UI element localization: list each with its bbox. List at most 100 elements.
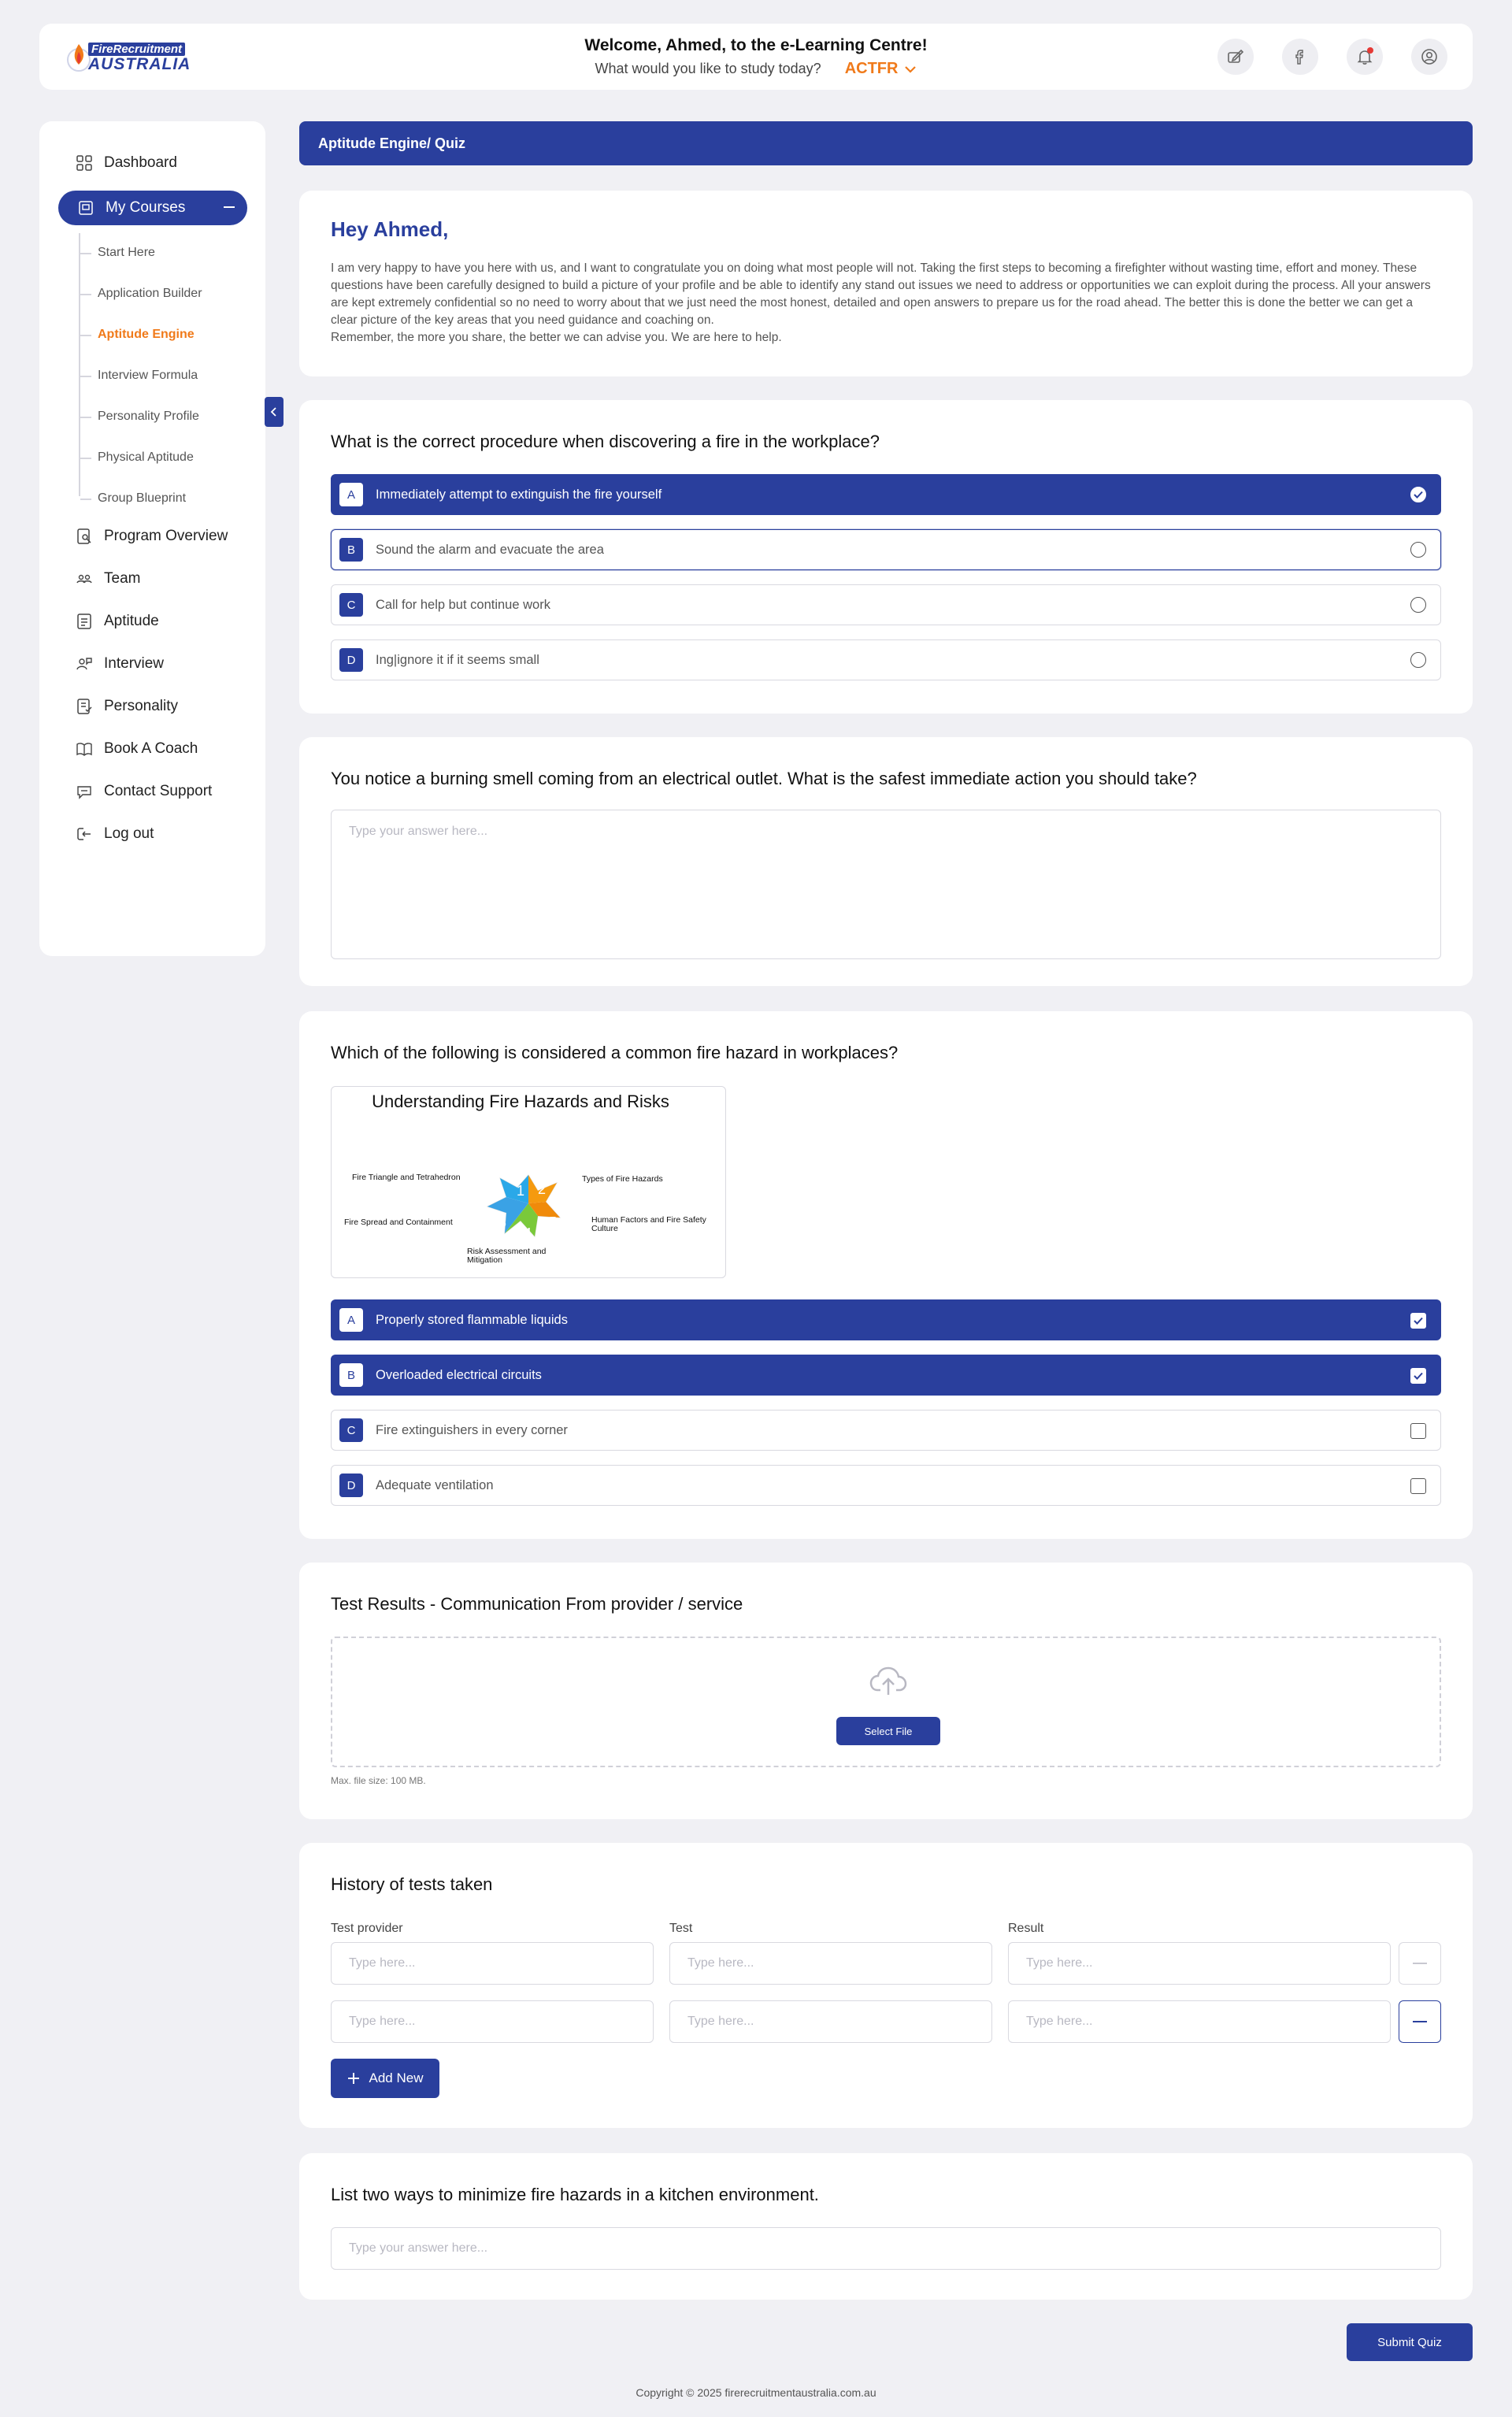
file-dropzone[interactable]: Select File [331, 1637, 1441, 1767]
user-icon [1421, 49, 1437, 65]
sidebar-item-dashboard[interactable]: Dashboard [76, 154, 177, 172]
write-button[interactable] [1217, 39, 1254, 75]
sidebar-item-label: Aptitude [104, 613, 159, 629]
answer-input[interactable]: Type your answer here... [331, 2227, 1441, 2270]
intro-paragraph: I am very happy to have you here with us… [331, 261, 1431, 327]
sidebar-item-team[interactable]: Team [76, 570, 140, 588]
checkbox-icon[interactable] [1410, 1423, 1426, 1439]
option-b[interactable]: B Sound the alarm and evacuate the area [331, 529, 1441, 570]
add-new-button[interactable]: Add New [331, 2059, 439, 2098]
radio-icon[interactable] [1410, 652, 1426, 668]
sidebar-item-interview[interactable]: Interview [76, 655, 164, 673]
sidebar-item-aptitude[interactable]: Aptitude [76, 613, 159, 630]
sidebar-item-book-a-coach[interactable]: Book A Coach [76, 740, 198, 758]
submenu-aptitude-engine[interactable]: Aptitude Engine [80, 328, 195, 342]
radio-icon[interactable] [1410, 597, 1426, 613]
facebook-icon [1295, 50, 1303, 65]
minus-icon [1413, 1963, 1427, 1964]
submenu-line [79, 233, 80, 496]
submit-quiz-button[interactable]: Submit Quiz [1347, 2323, 1473, 2361]
interview-icon [76, 658, 92, 670]
option-letter: B [339, 1363, 363, 1387]
column-header-test: Test [669, 1922, 693, 1935]
history-card: History of tests taken Test provider Tes… [299, 1843, 1473, 2128]
book-icon [76, 743, 92, 756]
radio-checked-icon[interactable] [1410, 487, 1426, 502]
submenu-personality-profile[interactable]: Personality Profile [80, 410, 199, 424]
question-title: List two ways to minimize fire hazards i… [331, 2185, 819, 2204]
write-icon [1228, 49, 1244, 63]
test-provider-input[interactable]: Type here... [331, 2000, 654, 2043]
option-c[interactable]: C Call for help but continue work [331, 584, 1441, 625]
list-icon [77, 614, 91, 629]
sidebar-item-contact-support[interactable]: Contact Support [76, 783, 212, 800]
option-text: Properly stored flammable liquids [376, 1312, 568, 1327]
upload-cloud-icon [869, 1666, 907, 1695]
select-file-button[interactable]: Select File [836, 1717, 940, 1745]
option-text: Sound the alarm and evacuate the area [376, 542, 604, 557]
question-title: What is the correct procedure when disco… [331, 432, 880, 451]
submenu-physical-aptitude[interactable]: Physical Aptitude [80, 450, 194, 465]
answer-textarea[interactable]: Type your answer here... [331, 810, 1441, 959]
checkbox-checked-icon[interactable] [1410, 1313, 1426, 1329]
option-d[interactable]: D Ing|ignore it if it seems small [331, 639, 1441, 680]
option-a[interactable]: A Immediately attempt to extinguish the … [331, 474, 1441, 515]
greeting: Hey Ahmed, [331, 217, 449, 241]
facebook-button[interactable] [1282, 39, 1318, 75]
logout-icon [77, 828, 91, 840]
submenu-interview-formula[interactable]: Interview Formula [80, 369, 198, 383]
option-a[interactable]: A Properly stored flammable liquids [331, 1299, 1441, 1340]
test-input[interactable]: Type here... [669, 1942, 992, 1985]
top-header: FireRecruitment AUSTRALIA Welcome, Ahmed… [39, 24, 1473, 90]
remove-row-button[interactable] [1399, 1942, 1441, 1985]
sidebar-item-label: Contact Support [104, 783, 213, 799]
sidebar-item-program-overview[interactable]: Program Overview [76, 528, 228, 545]
team-icon [76, 574, 92, 584]
checkbox-checked-icon[interactable] [1410, 1368, 1426, 1384]
svg-text:3: 3 [498, 1214, 506, 1230]
option-c[interactable]: C Fire extinguishers in every corner [331, 1410, 1441, 1451]
remove-row-button[interactable] [1399, 2000, 1441, 2043]
footer-copyright: Copyright © 2025 firerecruitmentaustrali… [636, 2386, 876, 2399]
option-letter: C [339, 1418, 363, 1442]
checkbox-icon[interactable] [1410, 1478, 1426, 1494]
option-letter: D [339, 648, 363, 672]
option-text: Immediately attempt to extinguish the fi… [376, 487, 662, 502]
result-input[interactable]: Type here... [1008, 1942, 1391, 1985]
courses-icon [79, 201, 93, 215]
radio-icon[interactable] [1410, 542, 1426, 558]
sidebar-collapse-button[interactable] [265, 397, 284, 427]
submenu-start-here[interactable]: Start Here [80, 246, 155, 260]
question-title: Which of the following is considered a c… [331, 1043, 899, 1062]
upload-title: Test Results - Communication From provid… [331, 1594, 743, 1614]
result-input[interactable]: Type here... [1008, 2000, 1391, 2043]
notifications-button[interactable] [1347, 39, 1383, 75]
sidebar-item-personality[interactable]: Personality [76, 698, 178, 715]
sidebar-item-my-courses[interactable]: My Courses [58, 191, 247, 225]
option-text: Adequate ventilation [376, 1477, 494, 1492]
question-card-5: List two ways to minimize fire hazards i… [299, 2153, 1473, 2300]
intro-paragraph-2: Remember, the more you share, the better… [331, 331, 782, 344]
question-title: You notice a burning smell coming from a… [331, 769, 1197, 788]
option-text: Ing|ignore it if it seems small [376, 652, 539, 667]
test-input[interactable]: Type here... [669, 2000, 992, 2043]
collapse-minus-icon[interactable] [224, 206, 235, 208]
sidebar-item-label: Program Overview [104, 528, 228, 544]
option-d[interactable]: D Adequate ventilation [331, 1465, 1441, 1506]
sidebar-item-label: Book A Coach [104, 740, 198, 757]
profile-button[interactable] [1411, 39, 1447, 75]
intro-card: Hey Ahmed, I am very happy to have you h… [299, 191, 1473, 376]
intro-text: I am very happy to have you here with us… [331, 260, 1441, 347]
submenu-application-builder[interactable]: Application Builder [80, 287, 202, 301]
sidebar-item-log-out[interactable]: Log out [76, 825, 154, 843]
option-letter: A [339, 483, 363, 506]
sidebar-item-label: Log out [104, 825, 154, 842]
svg-text:Types of Fire Hazards: Types of Fire Hazards [582, 1174, 663, 1184]
test-provider-input[interactable]: Type here... [331, 1942, 654, 1985]
question-card-2: You notice a burning smell coming from a… [299, 737, 1473, 986]
submenu-group-blueprint[interactable]: Group Blueprint [80, 491, 186, 506]
option-b[interactable]: B Overloaded electrical circuits [331, 1355, 1441, 1396]
course-dropdown[interactable]: ACTFR [845, 60, 917, 78]
study-prompt: What would you like to study today? [595, 61, 821, 76]
minus-icon [1413, 2021, 1427, 2022]
